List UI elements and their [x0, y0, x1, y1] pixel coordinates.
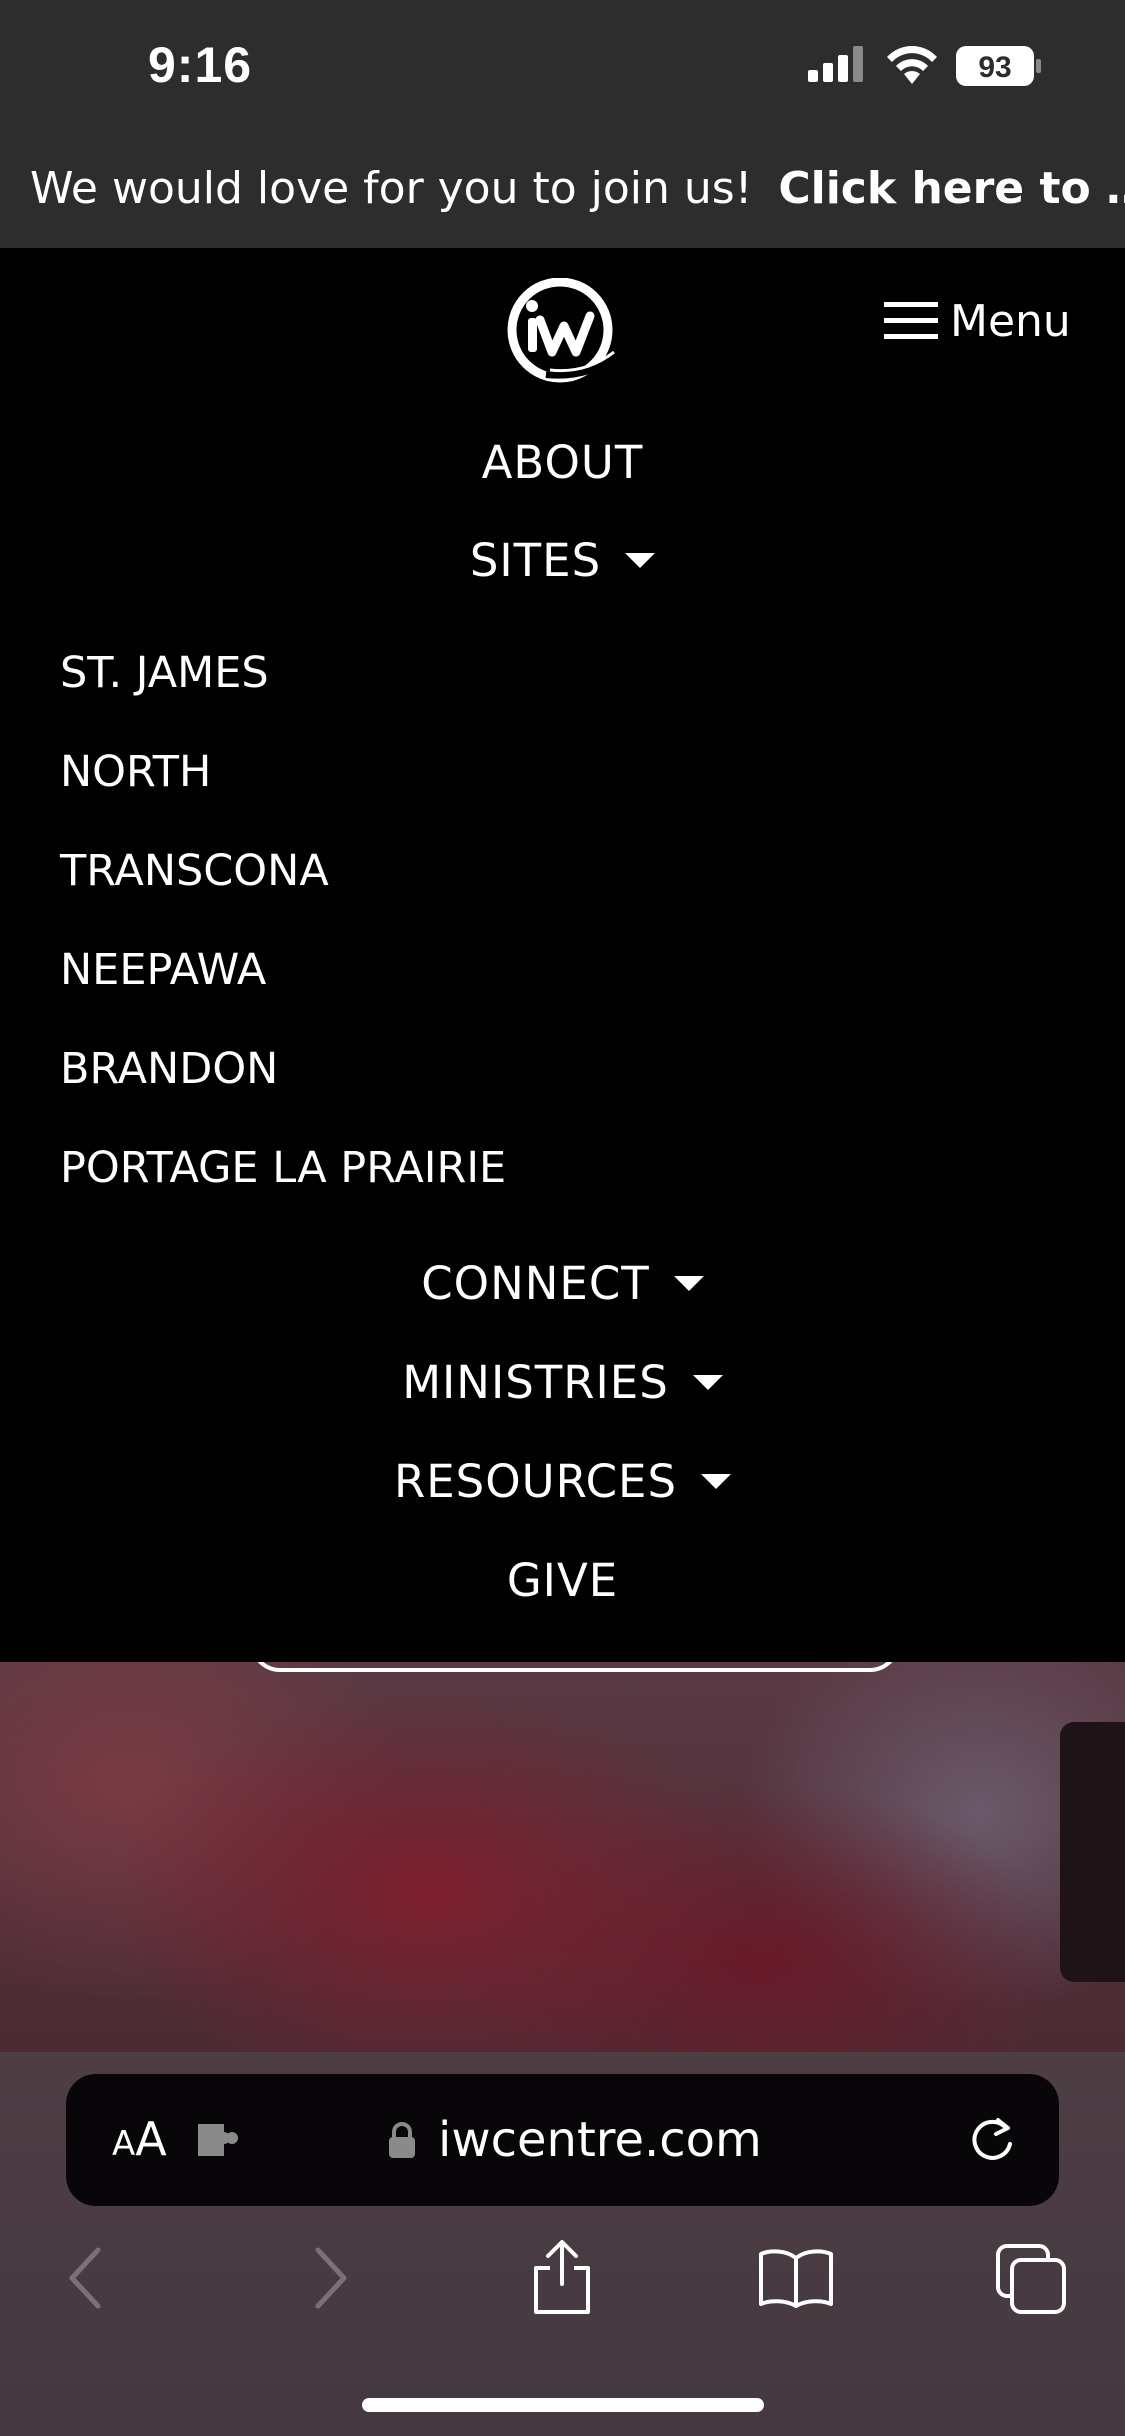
- announcement-text: We would love for you to join us!: [30, 163, 753, 214]
- nav-item-label: SITES: [469, 534, 602, 587]
- announcement-banner[interactable]: We would love for you to join us! Click h…: [0, 130, 1125, 248]
- text-size-small-label: A: [112, 2124, 136, 2164]
- nav-item-label: CONNECT: [421, 1257, 650, 1310]
- sites-item-brandon[interactable]: BRANDON: [60, 1044, 278, 1094]
- nav-item-label: RESOURCES: [393, 1455, 678, 1508]
- address-bar[interactable]: AA iwcentre.com: [66, 2074, 1059, 2206]
- url-text: iwcentre.com: [438, 2112, 762, 2168]
- home-indicator[interactable]: [362, 2398, 764, 2412]
- status-time: 9:16: [148, 37, 253, 93]
- nav-item-resources[interactable]: RESOURCES: [0, 1455, 1125, 1508]
- caret-down-icon: [692, 1374, 723, 1390]
- back-icon[interactable]: [66, 2246, 106, 2310]
- sites-item-north[interactable]: NORTH: [60, 747, 211, 797]
- wifi-icon: [887, 46, 937, 84]
- site-nav-menu: Menu ABOUT SITES ST. JAMES NORTH TRANSCO…: [0, 248, 1125, 1662]
- sites-item-portage-la-prairie[interactable]: PORTAGE LA PRAIRIE: [60, 1143, 506, 1193]
- nav-item-label: ABOUT: [481, 436, 644, 489]
- bookmarks-icon[interactable]: [758, 2248, 834, 2308]
- announcement-cta-link[interactable]: Click here to …: [778, 163, 1125, 214]
- tabs-icon[interactable]: [996, 2244, 1068, 2314]
- cellular-signal-icon: [808, 46, 863, 82]
- iw-logo-icon[interactable]: [506, 278, 618, 388]
- nav-item-sites[interactable]: SITES: [0, 534, 1125, 587]
- hero-image-shape: [1060, 1722, 1125, 1982]
- caret-down-icon: [625, 552, 656, 568]
- reload-icon[interactable]: [966, 2114, 1018, 2166]
- hero-button-outline[interactable]: [250, 1662, 900, 1672]
- menu-button[interactable]: Menu: [884, 295, 1071, 347]
- sites-item-neepawa[interactable]: NEEPAWA: [60, 945, 266, 995]
- text-size-big-label: A: [135, 2112, 167, 2166]
- sites-item-transcona[interactable]: TRANSCONA: [60, 846, 329, 896]
- caret-down-icon: [673, 1275, 704, 1291]
- caret-down-icon: [701, 1473, 732, 1489]
- battery-icon: 93: [956, 46, 1041, 86]
- share-icon[interactable]: [530, 2240, 594, 2314]
- menu-label: Menu: [950, 295, 1071, 347]
- lock-icon: [389, 2122, 415, 2158]
- extension-icon[interactable]: [194, 2120, 242, 2160]
- forward-icon[interactable]: [310, 2246, 350, 2310]
- nav-item-label: GIVE: [506, 1554, 619, 1607]
- nav-item-give[interactable]: GIVE: [0, 1554, 1125, 1607]
- sites-item-st-james[interactable]: ST. JAMES: [60, 648, 269, 698]
- battery-level: 93: [978, 51, 1011, 84]
- hero-background-image: [0, 1662, 1125, 2052]
- status-bar: 9:16 93: [0, 0, 1125, 130]
- nav-item-ministries[interactable]: MINISTRIES: [0, 1356, 1125, 1409]
- hamburger-icon: [884, 302, 938, 339]
- nav-item-about[interactable]: ABOUT: [0, 436, 1125, 489]
- nav-item-connect[interactable]: CONNECT: [0, 1257, 1125, 1310]
- nav-item-label: MINISTRIES: [402, 1356, 669, 1409]
- text-size-button[interactable]: AA: [112, 2112, 167, 2166]
